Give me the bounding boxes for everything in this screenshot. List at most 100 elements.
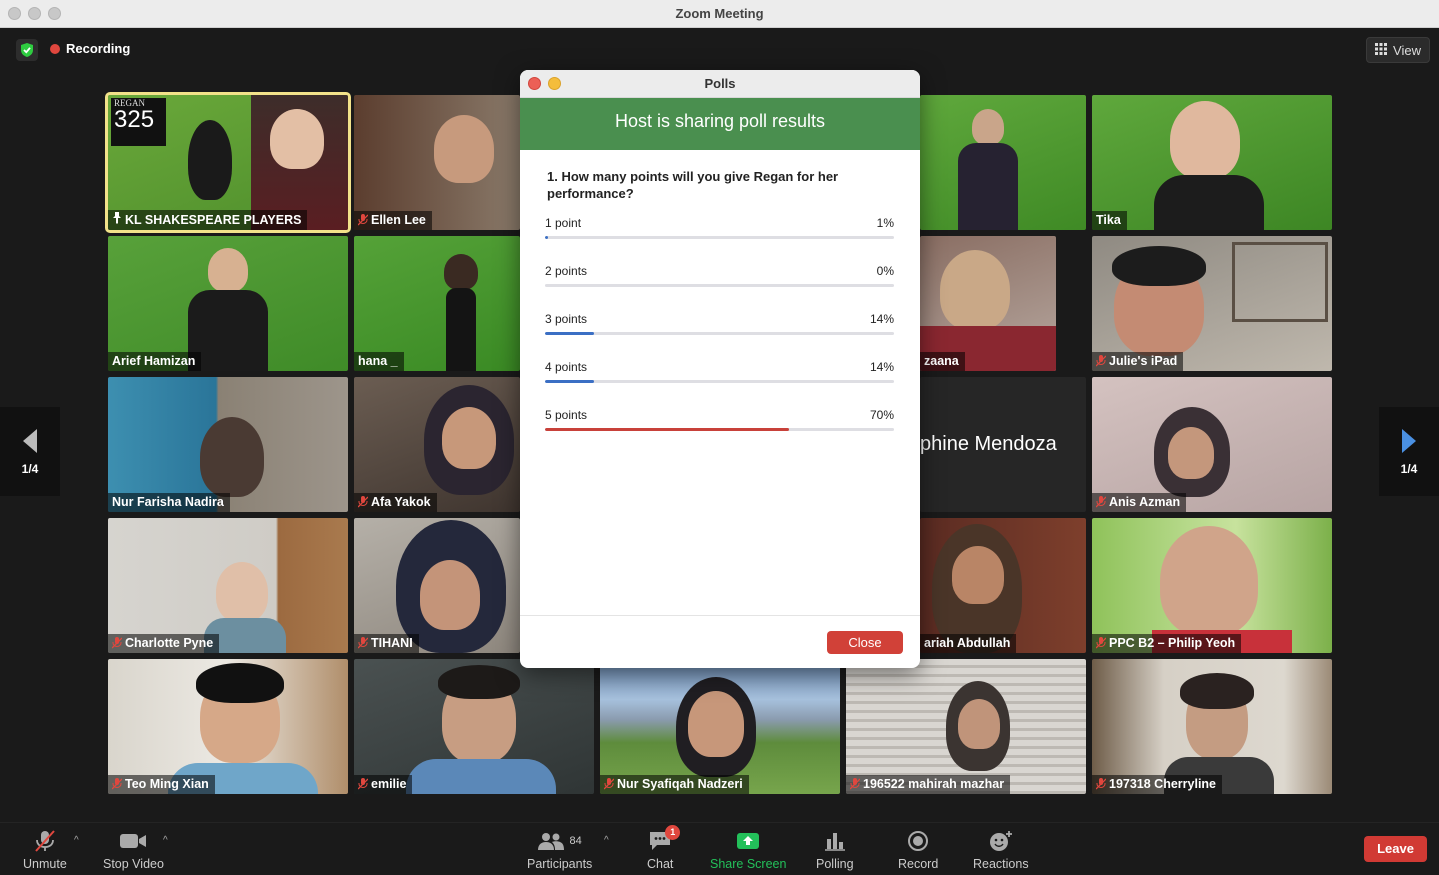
video-tile[interactable] [920, 95, 1086, 230]
participant-name: emilie [371, 777, 407, 791]
chat-label: Chat [647, 857, 674, 871]
participants-options-caret-icon[interactable]: ^ [604, 835, 609, 846]
headscarf [940, 250, 1010, 330]
participant-name-label: TIHANI [354, 634, 419, 653]
video-tile[interactable]: zaana [920, 236, 1056, 371]
score-overlay-value: 325 [114, 106, 155, 133]
poll-titlebar: Polls [520, 70, 920, 98]
poll-option-bar-track [545, 332, 894, 335]
participant-name: hana _ [358, 354, 398, 368]
poll-option-percent: 1% [876, 216, 894, 230]
poll-option-label: 2 points [545, 264, 588, 278]
video-tile[interactable]: Arief Hamizan [108, 236, 348, 371]
video-tile[interactable]: phine Mendoza [920, 377, 1086, 512]
participant-name: Ellen Lee [371, 213, 426, 227]
video-tile[interactable]: Ellen Lee [354, 95, 520, 230]
participant-name: Nur Syafiqah Nadzeri [617, 777, 743, 791]
participant-name-label: zaana [920, 352, 965, 371]
video-tile[interactable]: PPC B2 – Philip Yeoh [1092, 518, 1332, 653]
view-button[interactable]: View [1366, 37, 1430, 63]
poll-option-bar-fill [545, 428, 790, 431]
polling-label: Polling [816, 857, 854, 871]
performer-figure [446, 288, 476, 371]
arrow-right-icon [1402, 428, 1416, 453]
participant-name: 196522 mahirah mazhar [863, 777, 1005, 791]
participants-button[interactable]: 84 Participants [527, 829, 592, 871]
video-tile[interactable]: Julie's iPad [1092, 236, 1332, 371]
participant-name-label: ariah Abdullah [920, 634, 1017, 653]
mic-muted-icon [1095, 637, 1107, 649]
chat-button[interactable]: 1 Chat [647, 825, 681, 871]
video-tile[interactable]: TIHANI [354, 518, 520, 653]
audio-options-caret-icon[interactable]: ^ [74, 835, 79, 846]
video-options-caret-icon[interactable]: ^ [163, 835, 168, 846]
video-tile[interactable]: ariah Abdullah [920, 518, 1086, 653]
participant-name: ariah Abdullah [924, 636, 1011, 650]
poll-option-percent: 0% [876, 264, 894, 278]
poll-options: 1 point 1% 2 points 0% 3 points 14% 4 points 14… [545, 216, 894, 456]
mic-muted-icon [357, 778, 369, 790]
poll-option-bar-track [545, 380, 894, 383]
video-tile[interactable]: Anis Azman [1092, 377, 1332, 512]
reactions-button[interactable]: Reactions [973, 829, 1029, 871]
face [1170, 101, 1240, 179]
video-tile[interactable]: Nur Farisha Nadira [108, 377, 348, 512]
video-tile[interactable]: 197318 Cherryline [1092, 659, 1332, 794]
video-tile[interactable]: Afa Yakok [354, 377, 520, 512]
share-screen-label: Share Screen [710, 857, 787, 871]
stop-video-label: Stop Video [103, 857, 164, 871]
participant-count: 84 [569, 835, 582, 847]
participants-icon: 84 [537, 829, 582, 853]
face [1168, 427, 1214, 479]
share-screen-button[interactable]: Share Screen [710, 829, 786, 871]
video-tile[interactable]: REGAN 325 KL SHAKESPEARE PLAYERS [105, 92, 351, 233]
gallery-next-button[interactable]: 1/4 [1379, 407, 1439, 496]
close-button[interactable]: Close [827, 631, 903, 654]
video-tile[interactable]: Tika [1092, 95, 1332, 230]
participant-name: Tika [1096, 213, 1121, 227]
face [442, 407, 496, 469]
share-screen-icon [736, 829, 760, 853]
chat-unread-badge: 1 [665, 825, 681, 840]
arrow-left-icon [23, 428, 37, 453]
poll-option-bar-fill [545, 380, 594, 383]
stop-video-button[interactable]: Stop Video [103, 829, 164, 871]
video-tile[interactable]: Nur Syafiqah Nadzeri [600, 659, 840, 794]
mic-muted-icon [111, 637, 123, 649]
leave-button[interactable]: Leave [1364, 836, 1427, 862]
participant-name: KL SHAKESPEARE PLAYERS [125, 212, 302, 227]
poll-option-bar-fill [545, 236, 549, 239]
poll-body: 1. How many points will you give Regan f… [520, 150, 920, 456]
window-titlebar: Zoom Meeting [0, 0, 1439, 28]
poll-dialog: Polls Host is sharing poll results 1. Ho… [520, 70, 920, 668]
hair [196, 663, 284, 703]
unmute-button[interactable]: Unmute [23, 829, 67, 871]
video-tile[interactable]: Charlotte Pyne [108, 518, 348, 653]
participant-name: TIHANI [371, 636, 413, 650]
participant-name-label: Charlotte Pyne [108, 634, 220, 653]
participant-name-label: hana _ [354, 352, 404, 371]
participant-name-label: Teo Ming Xian [108, 775, 215, 794]
poll-question: 1. How many points will you give Regan f… [547, 169, 839, 201]
video-tile[interactable]: 196522 mahirah mazhar [846, 659, 1086, 794]
face [972, 109, 1004, 145]
participant-name: 197318 Cherryline [1109, 777, 1217, 791]
record-button[interactable]: Record [898, 829, 938, 871]
video-tile[interactable]: Teo Ming Xian [108, 659, 348, 794]
encryption-shield-icon[interactable] [16, 39, 38, 61]
hair [438, 665, 520, 699]
body [1154, 175, 1264, 230]
recording-indicator[interactable]: Recording [50, 41, 130, 56]
video-tile[interactable]: emilie [354, 659, 594, 794]
window-title: Zoom Meeting [675, 6, 764, 21]
poll-option: 1 point 1% [545, 216, 894, 264]
participant-name-label: 197318 Cherryline [1092, 775, 1223, 794]
poll-option-percent: 14% [869, 360, 894, 374]
mic-muted-icon [357, 214, 369, 226]
polling-button[interactable]: Polling [816, 829, 854, 871]
video-tile[interactable]: hana _ [354, 236, 520, 371]
participant-name-label: Afa Yakok [354, 493, 437, 512]
gallery-prev-button[interactable]: 1/4 [0, 407, 60, 496]
face [420, 560, 480, 630]
poll-option-bar-track [545, 236, 894, 239]
